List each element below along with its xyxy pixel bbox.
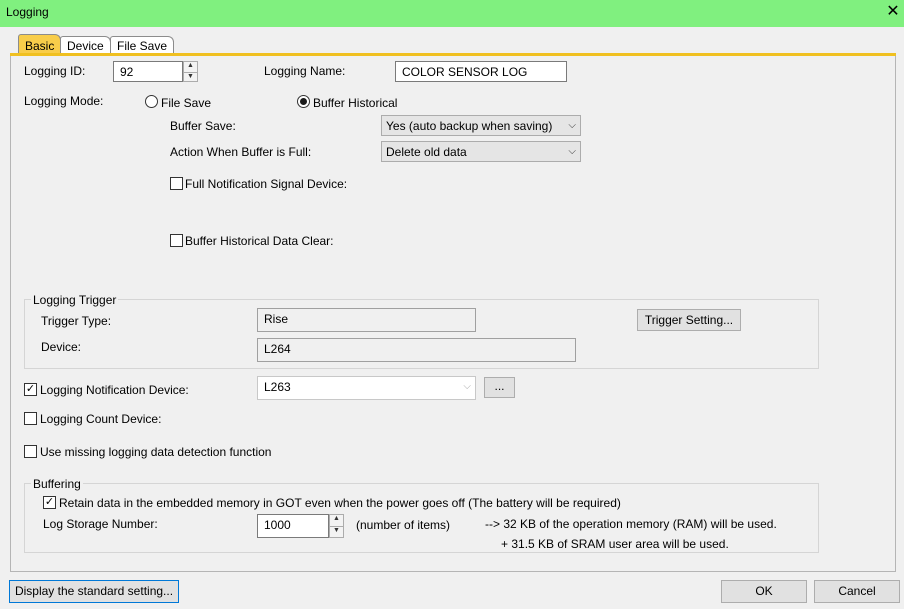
chevron-down-icon: ⌵ bbox=[463, 381, 471, 392]
logging-name-label: Logging Name: bbox=[264, 64, 346, 78]
sram-note: + 31.5 KB of SRAM user area will be used… bbox=[501, 537, 729, 551]
logging-id-input[interactable]: 92 bbox=[113, 61, 183, 82]
storage-number-spinner[interactable]: ▲ ▼ bbox=[329, 514, 344, 538]
tab-file-save[interactable]: File Save bbox=[110, 36, 175, 54]
mode-buffer-historical-radio[interactable] bbox=[297, 95, 310, 108]
ram-note: --> 32 KB of the operation memory (RAM) … bbox=[485, 517, 777, 531]
full-notification-label[interactable]: Full Notification Signal Device: bbox=[185, 177, 347, 191]
title-bar bbox=[0, 0, 904, 27]
logging-id-spinner[interactable]: ▲ ▼ bbox=[183, 61, 198, 82]
action-full-label: Action When Buffer is Full: bbox=[170, 145, 312, 159]
buffer-clear-checkbox[interactable] bbox=[170, 234, 183, 247]
missing-detection-label[interactable]: Use missing logging data detection funct… bbox=[40, 445, 271, 459]
spin-down-icon[interactable]: ▼ bbox=[184, 71, 197, 82]
count-device-label[interactable]: Logging Count Device: bbox=[40, 412, 161, 426]
tab-device[interactable]: Device bbox=[60, 36, 111, 54]
storage-number-input[interactable]: 1000 bbox=[257, 514, 329, 538]
window-title: Logging bbox=[6, 5, 49, 19]
trigger-group-label: Logging Trigger bbox=[31, 293, 119, 307]
buffer-clear-label[interactable]: Buffer Historical Data Clear: bbox=[185, 234, 334, 248]
buffer-save-label: Buffer Save: bbox=[170, 119, 236, 133]
retain-checkbox[interactable]: ✓ bbox=[43, 496, 56, 509]
logging-mode-label: Logging Mode: bbox=[24, 94, 104, 108]
chevron-down-icon: ⌵ bbox=[568, 120, 576, 131]
tab-basic[interactable]: Basic bbox=[18, 34, 62, 54]
notification-label[interactable]: Logging Notification Device: bbox=[40, 383, 189, 397]
spin-up-icon[interactable]: ▲ bbox=[330, 515, 343, 526]
trigger-device-field: L264 bbox=[257, 338, 576, 362]
buffering-group-label: Buffering bbox=[31, 477, 83, 491]
trigger-type-label: Trigger Type: bbox=[41, 314, 112, 328]
retain-label[interactable]: Retain data in the embedded memory in GO… bbox=[59, 496, 621, 510]
mode-file-save-label[interactable]: File Save bbox=[161, 96, 211, 110]
ok-button[interactable]: OK bbox=[721, 580, 807, 603]
logging-name-input[interactable]: COLOR SENSOR LOG bbox=[395, 61, 567, 82]
chevron-down-icon: ⌵ bbox=[568, 146, 576, 157]
mode-file-save-radio[interactable] bbox=[145, 95, 158, 108]
action-full-select[interactable]: Delete old data ⌵ bbox=[381, 141, 581, 162]
missing-detection-checkbox[interactable] bbox=[24, 445, 37, 458]
notification-device-value: L263 bbox=[264, 380, 291, 394]
storage-number-label: Log Storage Number: bbox=[43, 517, 158, 531]
close-icon[interactable]: ✕ bbox=[884, 3, 902, 21]
cancel-button[interactable]: Cancel bbox=[814, 580, 900, 603]
standard-setting-button[interactable]: Display the standard setting... bbox=[9, 580, 179, 603]
buffer-save-value: Yes (auto backup when saving) bbox=[386, 119, 553, 133]
trigger-setting-button[interactable]: Trigger Setting... bbox=[637, 309, 741, 331]
notification-browse-button[interactable]: ... bbox=[484, 377, 515, 398]
action-full-value: Delete old data bbox=[386, 145, 467, 159]
logging-id-label: Logging ID: bbox=[24, 64, 86, 78]
count-device-checkbox[interactable] bbox=[24, 412, 37, 425]
notification-checkbox[interactable]: ✓ bbox=[24, 383, 37, 396]
full-notification-checkbox[interactable] bbox=[170, 177, 183, 190]
storage-unit-label: (number of items) bbox=[356, 518, 451, 532]
spin-down-icon[interactable]: ▼ bbox=[330, 526, 343, 537]
trigger-type-field: Rise bbox=[257, 308, 476, 332]
spin-up-icon[interactable]: ▲ bbox=[184, 62, 197, 72]
buffer-save-select[interactable]: Yes (auto backup when saving) ⌵ bbox=[381, 115, 581, 136]
trigger-device-label: Device: bbox=[41, 340, 82, 354]
notification-device-input[interactable]: L263 ⌵ bbox=[257, 376, 476, 400]
mode-buffer-historical-label[interactable]: Buffer Historical bbox=[313, 96, 397, 110]
